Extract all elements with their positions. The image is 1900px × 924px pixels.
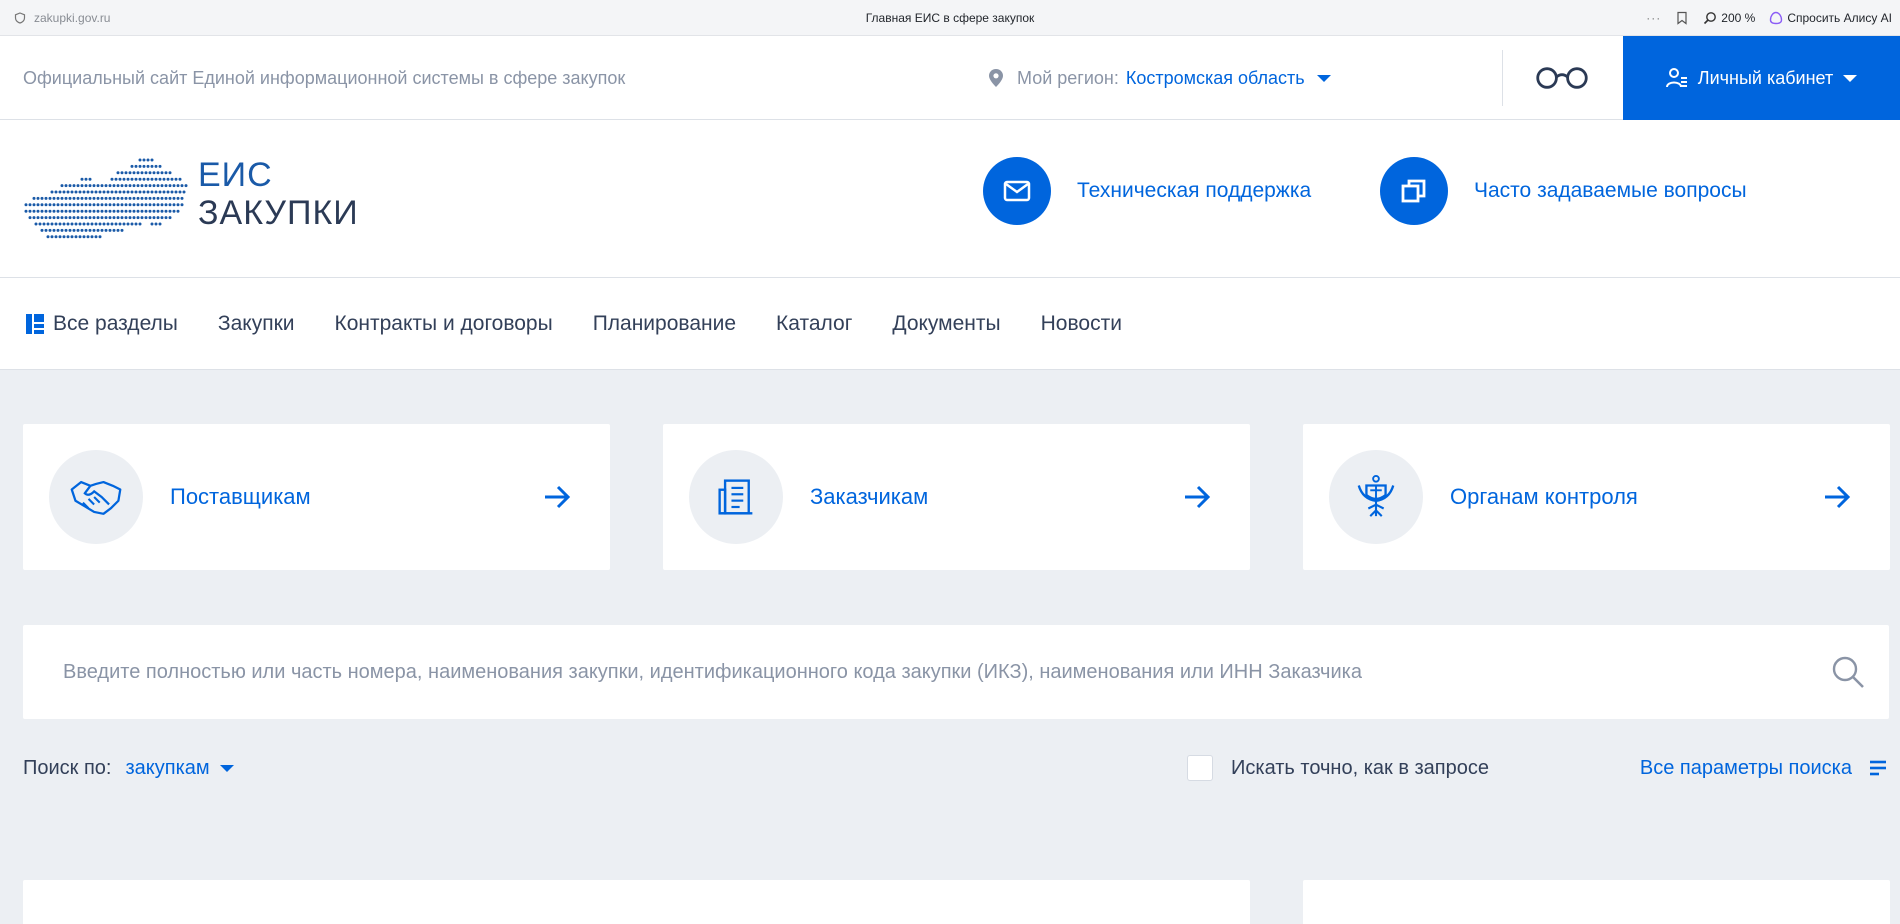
copy-window-icon [1380,157,1448,225]
alice-icon [1770,11,1783,25]
search-by-label: Поиск по: [23,756,112,779]
chevron-down-icon [1843,74,1858,82]
region-label: Мой регион: [1017,67,1119,88]
suppliers-card[interactable]: Поставщикам [23,424,610,570]
nav-item-catalog[interactable]: Каталог [776,312,852,336]
nav-item-label: Все разделы [53,312,178,335]
card-label: Заказчикам [810,484,929,509]
control-bodies-card[interactable]: Органам контроля [1303,424,1890,570]
more-menu-icon[interactable]: ··· [1646,11,1661,25]
bookmark-icon[interactable] [1675,11,1689,25]
nav-item-contracts[interactable]: Контракты и договоры [334,312,552,336]
logo-text: ЕИС ЗАКУПКИ [198,156,359,232]
divider [1502,50,1503,106]
logo-line2: ЗАКУПКИ [198,194,359,232]
document-icon [689,450,783,544]
location-pin-icon [989,69,1003,87]
support-link[interactable]: Техническая поддержка [983,157,1311,225]
zoom-indicator[interactable]: 200 % [1703,11,1755,25]
faq-link[interactable]: Часто задаваемые вопросы [1380,157,1747,225]
search-input[interactable] [23,625,1803,719]
url-text: zakupki.gov.ru [34,11,111,25]
filter-lines-icon [1870,760,1886,776]
search-icon[interactable] [1831,655,1865,689]
card-label: Органам контроля [1450,484,1638,509]
site-description: Официальный сайт Единой информационной с… [23,67,626,88]
site-header: ЕИС ЗАКУПКИ Техническая поддержка Часто … [0,120,1900,278]
address-bar[interactable]: zakupki.gov.ru [14,0,110,36]
shield-icon [14,12,26,24]
nav-item-purchases[interactable]: Закупки [218,312,295,336]
cabinet-label: Личный кабинет [1697,67,1834,88]
sections-icon [26,314,44,334]
nav-item-planning[interactable]: Планирование [593,312,736,336]
nav-item-all-sections[interactable]: Все разделы [25,312,178,336]
customers-card[interactable]: Заказчикам [663,424,1250,570]
chevron-down-icon [1316,74,1331,82]
search-by-value: закупкам [125,756,210,779]
nav-item-documents[interactable]: Документы [892,312,1000,336]
zoom-level: 200 % [1721,11,1756,25]
browser-toolbar: zakupki.gov.ru Главная ЕИС в сфере закуп… [0,0,1900,36]
faq-label: Часто задаваемые вопросы [1474,179,1747,202]
handshake-icon [49,450,143,544]
arrow-right-icon [1825,485,1851,509]
chevron-down-icon [219,764,234,772]
main-navigation: Все разделы Закупки Контракты и договоры… [0,278,1900,370]
arrow-right-icon [545,485,571,509]
exact-match-label: Искать точно, как в запросе [1231,756,1489,779]
exact-match-checkbox[interactable]: Искать точно, как в запросе [1187,752,1489,784]
mail-icon [983,157,1051,225]
checkbox[interactable] [1187,755,1213,781]
arrow-right-icon [1185,485,1211,509]
page-tab-title: Главная ЕИС в сфере закупок [865,11,1035,25]
zoom-icon [1704,12,1717,25]
logo-line1: ЕИС [198,156,273,194]
accessibility-glasses-icon[interactable] [1532,58,1592,98]
support-label: Техническая поддержка [1077,179,1312,202]
all-search-params-link[interactable]: Все параметры поиска [1640,752,1888,784]
alice-button[interactable]: Спросить Алису AI [1769,11,1892,25]
side-panel [1303,880,1890,924]
content-panel [23,880,1250,924]
all-params-label: Все параметры поиска [1639,756,1852,779]
search-by-selector[interactable]: Поиск по: закупкам [23,752,234,784]
nav-item-news[interactable]: Новости [1041,312,1122,336]
alice-label: Спросить Алису AI [1787,11,1892,25]
region-selector[interactable]: Мой регион: Костромская область [987,36,1331,120]
region-value: Костромская область [1125,67,1305,88]
emblem-icon [1329,450,1423,544]
user-icon [1665,68,1687,88]
top-info-bar: Официальный сайт Единой информационной с… [0,36,1900,120]
personal-account-button[interactable]: Личный кабинет [1623,36,1900,120]
search-box [23,625,1889,719]
card-label: Поставщикам [170,484,311,509]
